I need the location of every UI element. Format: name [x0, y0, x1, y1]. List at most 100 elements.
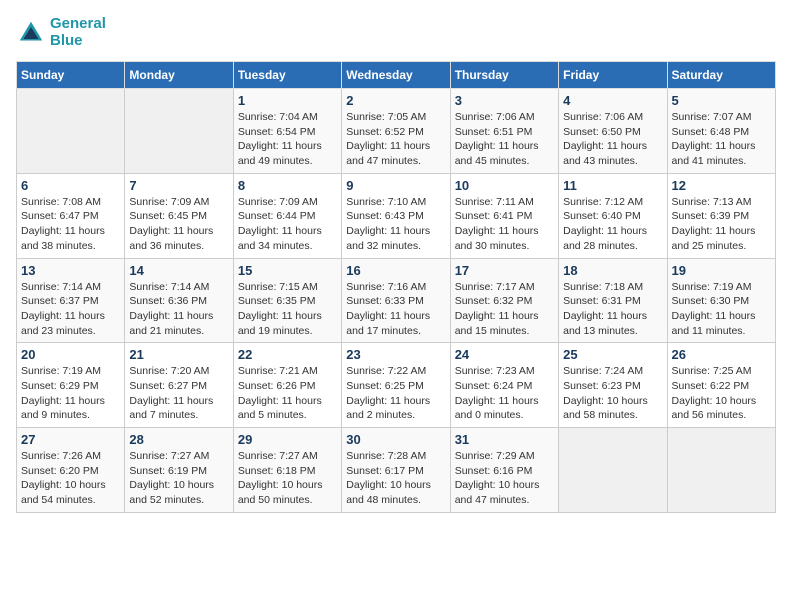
column-header-sunday: Sunday: [17, 62, 125, 89]
day-number: 8: [238, 178, 337, 193]
calendar-cell: 25 Sunrise: 7:24 AM Sunset: 6:23 PM Dayli…: [559, 343, 667, 428]
day-number: 14: [129, 263, 228, 278]
day-info: Sunrise: 7:04 AM Sunset: 6:54 PM Dayligh…: [238, 110, 337, 169]
logo-text: General Blue: [50, 16, 106, 49]
day-number: 13: [21, 263, 120, 278]
day-info: Sunrise: 7:07 AM Sunset: 6:48 PM Dayligh…: [672, 110, 771, 169]
calendar-cell: [125, 89, 233, 174]
day-number: 17: [455, 263, 554, 278]
calendar-cell: 22Sunrise: 7:21 AM Sunset: 6:26 PM Dayli…: [233, 343, 341, 428]
page-header: General Blue: [16, 16, 776, 49]
calendar-cell: 27Sunrise: 7:26 AM Sunset: 6:20 PM Dayli…: [17, 428, 125, 513]
day-number: 2: [346, 93, 445, 108]
day-number: 1: [238, 93, 337, 108]
logo-icon: [16, 18, 46, 48]
calendar-cell: 15 Sunrise: 7:15 AM Sunset: 6:35 PM Dayli…: [233, 258, 341, 343]
day-number: 5: [672, 93, 771, 108]
calendar-cell: 16Sunrise: 7:16 AM Sunset: 6:33 PM Dayli…: [342, 258, 450, 343]
column-header-wednesday: Wednesday: [342, 62, 450, 89]
day-number: 16: [346, 263, 445, 278]
logo: General Blue: [16, 16, 106, 49]
calendar-cell: 31 Sunrise: 7:29 AM Sunset: 6:16 PM Dayli…: [450, 428, 558, 513]
day-number: 29: [238, 432, 337, 447]
calendar-cell: 4Sunrise: 7:06 AM Sunset: 6:50 PM Daylig…: [559, 89, 667, 174]
day-number: 31: [455, 432, 554, 447]
day-info: Sunrise: 7:20 AM Sunset: 6:27 PM Dayligh…: [129, 364, 228, 423]
calendar-table: SundayMondayTuesdayWednesdayThursdayFrid…: [16, 61, 776, 513]
day-info: Sunrise: 7:09 AM Sunset: 6:44 PM Dayligh…: [238, 195, 337, 254]
calendar-cell: 5 Sunrise: 7:07 AM Sunset: 6:48 PM Daylig…: [667, 89, 775, 174]
day-info: Sunrise: 7:05 AM Sunset: 6:52 PM Dayligh…: [346, 110, 445, 169]
column-header-monday: Monday: [125, 62, 233, 89]
day-number: 3: [455, 93, 554, 108]
day-info: Sunrise: 7:13 AM Sunset: 6:39 PM Dayligh…: [672, 195, 771, 254]
calendar-week-1: 1 Sunrise: 7:04 AM Sunset: 6:54 PM Daylig…: [17, 89, 776, 174]
day-number: 11: [563, 178, 662, 193]
calendar-cell: 13Sunrise: 7:14 AM Sunset: 6:37 PM Dayli…: [17, 258, 125, 343]
day-info: Sunrise: 7:18 AM Sunset: 6:31 PM Dayligh…: [563, 280, 662, 339]
day-info: Sunrise: 7:17 AM Sunset: 6:32 PM Dayligh…: [455, 280, 554, 339]
calendar-week-5: 27Sunrise: 7:26 AM Sunset: 6:20 PM Dayli…: [17, 428, 776, 513]
calendar-cell: 6 Sunrise: 7:08 AM Sunset: 6:47 PM Daylig…: [17, 173, 125, 258]
day-info: Sunrise: 7:12 AM Sunset: 6:40 PM Dayligh…: [563, 195, 662, 254]
day-number: 19: [672, 263, 771, 278]
day-info: Sunrise: 7:15 AM Sunset: 6:35 PM Dayligh…: [238, 280, 337, 339]
day-info: Sunrise: 7:19 AM Sunset: 6:30 PM Dayligh…: [672, 280, 771, 339]
day-number: 28: [129, 432, 228, 447]
day-info: Sunrise: 7:29 AM Sunset: 6:16 PM Dayligh…: [455, 449, 554, 508]
day-info: Sunrise: 7:06 AM Sunset: 6:51 PM Dayligh…: [455, 110, 554, 169]
day-number: 10: [455, 178, 554, 193]
calendar-cell: 28 Sunrise: 7:27 AM Sunset: 6:19 PM Dayli…: [125, 428, 233, 513]
calendar-week-2: 6 Sunrise: 7:08 AM Sunset: 6:47 PM Daylig…: [17, 173, 776, 258]
day-info: Sunrise: 7:14 AM Sunset: 6:36 PM Dayligh…: [129, 280, 228, 339]
day-number: 15: [238, 263, 337, 278]
day-number: 12: [672, 178, 771, 193]
day-info: Sunrise: 7:27 AM Sunset: 6:19 PM Dayligh…: [129, 449, 228, 508]
calendar-cell: 8 Sunrise: 7:09 AM Sunset: 6:44 PM Daylig…: [233, 173, 341, 258]
day-info: Sunrise: 7:27 AM Sunset: 6:18 PM Dayligh…: [238, 449, 337, 508]
day-number: 21: [129, 347, 228, 362]
calendar-cell: 18 Sunrise: 7:18 AM Sunset: 6:31 PM Dayli…: [559, 258, 667, 343]
calendar-cell: 12 Sunrise: 7:13 AM Sunset: 6:39 PM Dayli…: [667, 173, 775, 258]
calendar-cell: 14 Sunrise: 7:14 AM Sunset: 6:36 PM Dayli…: [125, 258, 233, 343]
calendar-cell: [559, 428, 667, 513]
calendar-cell: 24 Sunrise: 7:23 AM Sunset: 6:24 PM Dayli…: [450, 343, 558, 428]
calendar-cell: 9Sunrise: 7:10 AM Sunset: 6:43 PM Daylig…: [342, 173, 450, 258]
calendar-cell: 10 Sunrise: 7:11 AM Sunset: 6:41 PM Dayli…: [450, 173, 558, 258]
day-info: Sunrise: 7:28 AM Sunset: 6:17 PM Dayligh…: [346, 449, 445, 508]
day-info: Sunrise: 7:08 AM Sunset: 6:47 PM Dayligh…: [21, 195, 120, 254]
calendar-cell: 23Sunrise: 7:22 AM Sunset: 6:25 PM Dayli…: [342, 343, 450, 428]
day-info: Sunrise: 7:11 AM Sunset: 6:41 PM Dayligh…: [455, 195, 554, 254]
day-info: Sunrise: 7:24 AM Sunset: 6:23 PM Dayligh…: [563, 364, 662, 423]
day-info: Sunrise: 7:25 AM Sunset: 6:22 PM Dayligh…: [672, 364, 771, 423]
calendar-cell: 11 Sunrise: 7:12 AM Sunset: 6:40 PM Dayli…: [559, 173, 667, 258]
calendar-cell: 2 Sunrise: 7:05 AM Sunset: 6:52 PM Daylig…: [342, 89, 450, 174]
calendar-header-row: SundayMondayTuesdayWednesdayThursdayFrid…: [17, 62, 776, 89]
day-number: 25: [563, 347, 662, 362]
calendar-cell: 7Sunrise: 7:09 AM Sunset: 6:45 PM Daylig…: [125, 173, 233, 258]
day-number: 26: [672, 347, 771, 362]
day-number: 6: [21, 178, 120, 193]
day-info: Sunrise: 7:19 AM Sunset: 6:29 PM Dayligh…: [21, 364, 120, 423]
calendar-cell: 26 Sunrise: 7:25 AM Sunset: 6:22 PM Dayli…: [667, 343, 775, 428]
column-header-saturday: Saturday: [667, 62, 775, 89]
column-header-thursday: Thursday: [450, 62, 558, 89]
day-number: 24: [455, 347, 554, 362]
calendar-cell: 17 Sunrise: 7:17 AM Sunset: 6:32 PM Dayli…: [450, 258, 558, 343]
day-number: 18: [563, 263, 662, 278]
calendar-cell: 30 Sunrise: 7:28 AM Sunset: 6:17 PM Dayli…: [342, 428, 450, 513]
day-info: Sunrise: 7:10 AM Sunset: 6:43 PM Dayligh…: [346, 195, 445, 254]
calendar-week-4: 20 Sunrise: 7:19 AM Sunset: 6:29 PM Dayli…: [17, 343, 776, 428]
day-number: 30: [346, 432, 445, 447]
calendar-cell: 3 Sunrise: 7:06 AM Sunset: 6:51 PM Daylig…: [450, 89, 558, 174]
calendar-cell: [17, 89, 125, 174]
calendar-cell: 29 Sunrise: 7:27 AM Sunset: 6:18 PM Dayli…: [233, 428, 341, 513]
day-number: 27: [21, 432, 120, 447]
day-info: Sunrise: 7:23 AM Sunset: 6:24 PM Dayligh…: [455, 364, 554, 423]
calendar-week-3: 13Sunrise: 7:14 AM Sunset: 6:37 PM Dayli…: [17, 258, 776, 343]
day-number: 20: [21, 347, 120, 362]
day-info: Sunrise: 7:22 AM Sunset: 6:25 PM Dayligh…: [346, 364, 445, 423]
day-info: Sunrise: 7:21 AM Sunset: 6:26 PM Dayligh…: [238, 364, 337, 423]
calendar-cell: 21 Sunrise: 7:20 AM Sunset: 6:27 PM Dayli…: [125, 343, 233, 428]
calendar-cell: 19 Sunrise: 7:19 AM Sunset: 6:30 PM Dayli…: [667, 258, 775, 343]
